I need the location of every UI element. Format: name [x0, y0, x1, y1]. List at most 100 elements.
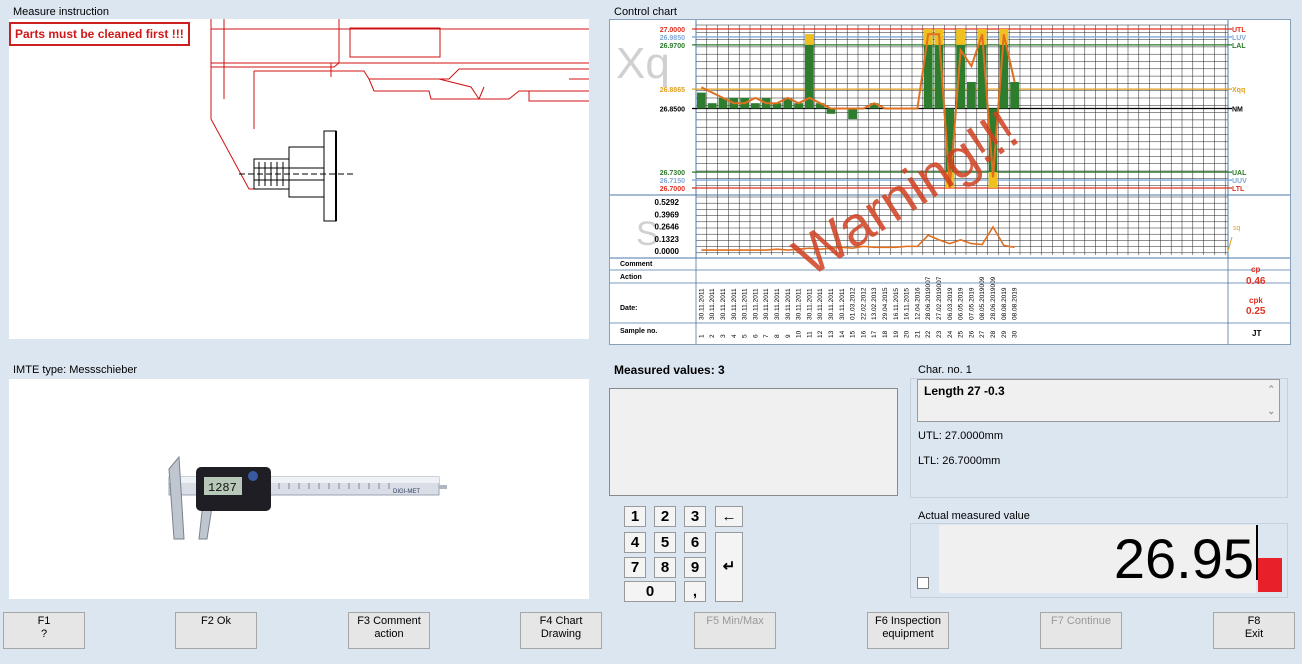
key-1[interactable]: 1: [624, 506, 646, 527]
key-7[interactable]: 7: [624, 557, 646, 578]
sample-number: 18: [882, 330, 889, 338]
sample-number: 28: [990, 330, 997, 338]
key-backspace[interactable]: ←: [715, 506, 743, 527]
sample-number: 22: [925, 330, 932, 338]
char-title: Char. no. 1: [918, 364, 972, 376]
date-label: 16.11.2015: [904, 288, 911, 320]
imte-image-area: 1287 DIGI-MET: [9, 379, 589, 599]
caliper-brand: DIGI-MET: [393, 489, 420, 495]
measured-values-label: Measured values: 3: [614, 363, 725, 377]
date-label: 30.11.2011: [785, 288, 792, 320]
drawing-area: [9, 19, 589, 339]
xbar-bar-out: [956, 29, 965, 45]
date-label: 22.02.2012: [860, 287, 867, 320]
scroll-up-icon[interactable]: ⌃: [1267, 384, 1275, 395]
f1-help-button[interactable]: F1?: [3, 612, 85, 649]
date-label: 08.08.2019: [1001, 287, 1008, 320]
char-name-field[interactable]: Length 27 -0.3 ⌃ ⌄: [917, 379, 1280, 422]
sample-number: 9: [785, 334, 792, 338]
f5-minmax-button[interactable]: F5 Min/Max: [694, 612, 776, 649]
status-indicator: [1258, 558, 1282, 592]
f6-line2: equipment: [882, 628, 934, 640]
measured-values-list[interactable]: [609, 388, 898, 496]
jt-label: JT: [1252, 329, 1261, 338]
xbar-bar: [967, 82, 976, 109]
cleaning-warning: Parts must be cleaned first !!!: [9, 22, 190, 46]
date-label: 30.11.2011: [752, 288, 759, 320]
date-label: 30.11.2011: [796, 288, 803, 320]
sample-number: 5: [742, 334, 749, 338]
key-comma[interactable]: ,: [684, 581, 706, 602]
date-label: 07.05.2019: [968, 287, 975, 320]
date-label: 06.03.2019: [947, 287, 954, 320]
sample-number: 13: [828, 330, 835, 338]
control-chart-svg: Xq S 27.0000 UTL26.9850 LUV26.9700 LAL26.88…: [610, 20, 1290, 344]
limit-tag-ltl: LTL: [1232, 186, 1245, 193]
sample-row-label: Sample no.: [620, 328, 657, 335]
char-name: Length 27 -0.3: [924, 384, 1005, 398]
key-enter[interactable]: ↵: [715, 532, 743, 602]
sample-number: 23: [936, 330, 943, 338]
date-label: 30.11.2011: [742, 288, 749, 320]
sample-number: 7: [763, 334, 770, 338]
sample-number: 14: [839, 330, 846, 338]
f8-line2: Exit: [1244, 628, 1264, 640]
key-4[interactable]: 4: [624, 532, 646, 553]
s-tick-label: 0.2646: [655, 223, 680, 232]
f3-line2: action: [374, 628, 404, 640]
xbar-bar-out: [805, 34, 814, 45]
f3-comment-button[interactable]: F3 Comment action: [348, 612, 430, 649]
sample-number: 15: [850, 330, 857, 338]
key-5[interactable]: 5: [654, 532, 676, 553]
s-tick-label: 0.5292: [655, 198, 680, 207]
s-tick-label: 0.1323: [655, 235, 680, 244]
sample-number: 25: [958, 330, 965, 338]
f1-line2: ?: [40, 628, 48, 640]
actual-value-checkbox[interactable]: [917, 577, 929, 589]
sample-number: 29: [1001, 330, 1008, 338]
sample-number: 26: [968, 330, 975, 338]
limit-value-uuv: 26.7150: [660, 178, 685, 185]
f4-chart-button[interactable]: F4 Chart Drawing: [520, 612, 602, 649]
control-chart[interactable]: Xq S 27.0000 UTL 26.9850 LUV 26.9700 LAL 26.88…: [609, 19, 1291, 345]
f2-line1: F2 Ok: [201, 615, 231, 627]
date-label: 30.11.2011: [806, 288, 813, 320]
f7-continue-button[interactable]: F7 Continue: [1040, 612, 1122, 649]
date-label: 29.04.2015: [882, 287, 889, 320]
key-3[interactable]: 3: [684, 506, 706, 527]
cp-value: 0.46: [1246, 276, 1266, 287]
key-0[interactable]: 0: [624, 581, 676, 602]
date-label: 08.08.2019: [1012, 287, 1019, 320]
sample-number: 2: [709, 334, 716, 338]
date-label: 06.05.2019: [958, 287, 965, 320]
sample-number: 4: [731, 334, 738, 338]
sq-marker: [1227, 236, 1233, 252]
limit-value-xqq: 26.8865: [660, 87, 685, 94]
key-2[interactable]: 2: [654, 506, 676, 527]
s-tick-label: 0.3969: [655, 210, 680, 219]
cpk-label: cpk: [1249, 296, 1263, 305]
scroll-down-icon[interactable]: ⌄: [1267, 406, 1275, 417]
limit-tag-nm: NM: [1232, 107, 1243, 114]
key-9[interactable]: 9: [684, 557, 706, 578]
sample-number: 21: [914, 330, 921, 338]
sq-label: sq: [1233, 225, 1241, 232]
xbar-bar: [751, 103, 760, 109]
sample-number: 19: [893, 330, 900, 338]
actual-value-title: Actual measured value: [918, 510, 1030, 522]
f4-line1: F4 Chart: [539, 615, 583, 627]
comment-row-label: Comment: [620, 261, 653, 268]
keypad: 1 2 3 ← 4 5 6 7 8 9 ↵ 0 ,: [609, 500, 898, 603]
f2-ok-button[interactable]: F2 Ok: [175, 612, 257, 649]
limit-tag-uuv: UUV: [1232, 178, 1247, 185]
key-8[interactable]: 8: [654, 557, 676, 578]
f8-exit-button[interactable]: F8 Exit: [1213, 612, 1295, 649]
key-6[interactable]: 6: [684, 532, 706, 553]
cpk-value: 0.25: [1246, 306, 1266, 317]
f6-inspection-button[interactable]: F6 Inspection equipment: [867, 612, 949, 649]
limit-tag-ual: UAL: [1232, 170, 1247, 177]
measure-instruction-title: Measure instruction: [13, 6, 109, 18]
date-label: 30.11.2011: [774, 288, 781, 320]
f1-line1: F1: [37, 615, 51, 627]
actual-value-field[interactable]: 26.95: [939, 525, 1256, 593]
